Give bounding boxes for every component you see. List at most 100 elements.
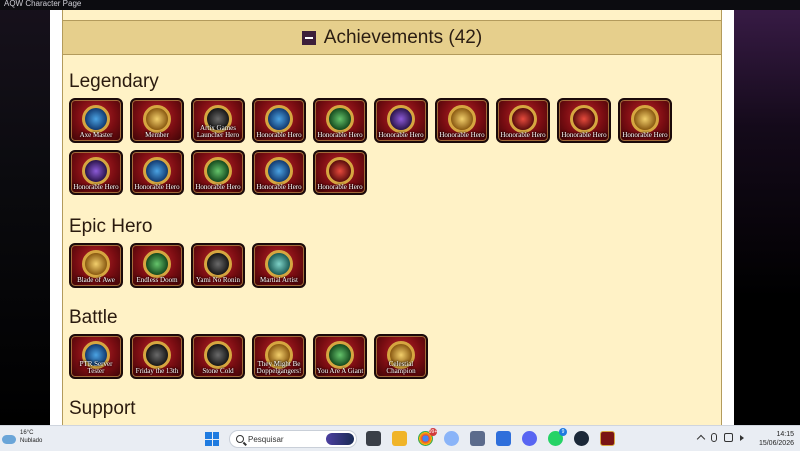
achievement-label: Honorable Hero: [317, 183, 363, 191]
achievement-badge[interactable]: Honorable Hero: [496, 98, 550, 143]
windows-logo-tile: [212, 439, 219, 446]
achievement-label: Friday the 13th: [135, 367, 179, 375]
aqw-game-icon[interactable]: [600, 431, 615, 446]
achievement-emblem-icon: [82, 250, 110, 278]
achievement-badge[interactable]: You Are A Giant: [313, 334, 367, 379]
windows-logo-tile: [212, 432, 219, 439]
achievement-emblem-icon: [326, 157, 354, 185]
achievement-label: Martial Artist: [260, 276, 298, 284]
achievement-emblem-icon: [143, 105, 171, 133]
achievement-badge[interactable]: PTR Server Tester: [69, 334, 123, 379]
achievement-badge[interactable]: They Might Be Doppelgangers!: [252, 334, 306, 379]
achievement-label: Honorable Hero: [256, 183, 302, 191]
achievement-badge[interactable]: Member: [130, 98, 184, 143]
achievement-badge[interactable]: Honorable Hero: [69, 150, 123, 195]
taskbar-search[interactable]: Pesquisar: [229, 430, 357, 448]
achievement-label: Honorable Hero: [378, 131, 424, 139]
network-icon[interactable]: [724, 433, 733, 442]
collapse-icon[interactable]: [301, 30, 316, 45]
file-explorer-icon[interactable]: [392, 431, 407, 446]
achievement-label: Honorable Hero: [256, 131, 302, 139]
achievement-badge[interactable]: Honorable Hero: [313, 98, 367, 143]
achievement-emblem-icon: [326, 105, 354, 133]
search-highlight-image: [326, 433, 354, 445]
taskbar-clock[interactable]: 14:15 15/06/2026: [759, 430, 794, 448]
achievement-emblem-icon: [143, 250, 171, 278]
achievement-label: Honorable Hero: [317, 131, 363, 139]
store-icon[interactable]: [496, 431, 511, 446]
calculator-icon[interactable]: [470, 431, 485, 446]
start-button[interactable]: [205, 432, 219, 446]
volume-icon[interactable]: [740, 434, 744, 441]
achievement-label: Honorable Hero: [439, 131, 485, 139]
weather-temp: 16°C: [20, 430, 34, 436]
steam-icon[interactable]: [574, 431, 589, 446]
achievement-badge[interactable]: Martial Artist: [252, 243, 306, 288]
achievement-badge[interactable]: Honorable Hero: [618, 98, 672, 143]
achievement-emblem-icon: [448, 105, 476, 133]
battle-grid: PTR Server Tester Friday the 13th Stone Co…: [69, 334, 689, 379]
achievement-badge[interactable]: Honorable Hero: [252, 98, 306, 143]
achievement-badge[interactable]: Honorable Hero: [435, 98, 489, 143]
achievement-emblem-icon: [631, 105, 659, 133]
achievements-header[interactable]: Achievements (42): [63, 20, 721, 55]
achievement-emblem-icon: [204, 250, 232, 278]
chevron-up-icon[interactable]: [696, 434, 706, 444]
settings-icon[interactable]: [444, 431, 459, 446]
achievement-label: They Might Be Doppelgangers!: [256, 360, 302, 375]
achievement-badge[interactable]: Honorable Hero: [374, 98, 428, 143]
achievement-badge[interactable]: Celestial Champion: [374, 334, 428, 379]
achievement-badge[interactable]: Friday the 13th: [130, 334, 184, 379]
cloud-icon: [2, 434, 16, 444]
achievement-label: Artix Games Launcher Hero: [196, 124, 240, 139]
section-title-legendary: Legendary: [69, 71, 159, 92]
achievement-emblem-icon: [143, 157, 171, 185]
achievements-panel: Achievements (42) Legendary Axe Master Me…: [62, 0, 722, 425]
achievement-label: Endless Doom: [136, 276, 178, 284]
section-title-support: Support: [69, 398, 136, 419]
achievement-badge[interactable]: Honorable Hero: [313, 150, 367, 195]
achievement-label: Honorable Hero: [500, 131, 546, 139]
achievement-badge[interactable]: Yami No Ronin: [191, 243, 245, 288]
achievement-label: Celestial Champion: [386, 360, 416, 375]
achievement-label: Yami No Ronin: [195, 276, 241, 284]
achievement-badge[interactable]: Honorable Hero: [252, 150, 306, 195]
achievement-label: Honorable Hero: [561, 131, 607, 139]
section-title-epic-hero: Epic Hero: [69, 216, 153, 237]
achievement-badge[interactable]: Honorable Hero: [130, 150, 184, 195]
achievement-label: Stone Cold: [202, 367, 234, 375]
clock-time: 14:15: [776, 431, 794, 438]
achievement-label: Honorable Hero: [73, 183, 119, 191]
clock-date: 15/06/2026: [758, 440, 794, 447]
legendary-grid: Axe Master Member Artix Games Launcher Her…: [69, 98, 689, 195]
achievement-emblem-icon: [265, 250, 293, 278]
microphone-icon[interactable]: [711, 433, 717, 442]
achievement-emblem-icon: [204, 157, 232, 185]
achievement-label: Blade of Awe: [77, 276, 115, 284]
achievement-label: Honorable Hero: [195, 183, 241, 191]
right-background: [734, 0, 800, 425]
section-title-battle: Battle: [69, 307, 118, 328]
achievement-badge[interactable]: Blade of Awe: [69, 243, 123, 288]
achievement-badge[interactable]: Honorable Hero: [191, 150, 245, 195]
achievement-label: You Are A Giant: [316, 367, 364, 375]
left-background: [0, 0, 50, 425]
window-title-bar: AQW Character Page: [0, 0, 800, 10]
search-icon: [236, 435, 244, 443]
task-view-icon[interactable]: [366, 431, 381, 446]
whatsapp-notification-badge: 9: [559, 428, 567, 436]
achievement-badge[interactable]: Axe Master: [69, 98, 123, 143]
achievement-label: PTR Server Tester: [79, 360, 113, 375]
achievement-badge[interactable]: Stone Cold: [191, 334, 245, 379]
achievement-badge[interactable]: Endless Doom: [130, 243, 184, 288]
achievement-emblem-icon: [387, 105, 415, 133]
windows-taskbar: 16°C Nublado Pesquisar 99+ 9 14:15 15/06…: [0, 425, 800, 451]
weather-widget[interactable]: 16°C Nublado: [2, 429, 42, 445]
achievement-badge[interactable]: Artix Games Launcher Hero: [191, 98, 245, 143]
chrome-notification-badge: 99+: [428, 428, 438, 436]
discord-icon[interactable]: [522, 431, 537, 446]
window-title: AQW Character Page: [4, 0, 82, 8]
achievement-label: Honorable Hero: [622, 131, 668, 139]
achievement-badge[interactable]: Honorable Hero: [557, 98, 611, 143]
achievement-emblem-icon: [326, 341, 354, 369]
